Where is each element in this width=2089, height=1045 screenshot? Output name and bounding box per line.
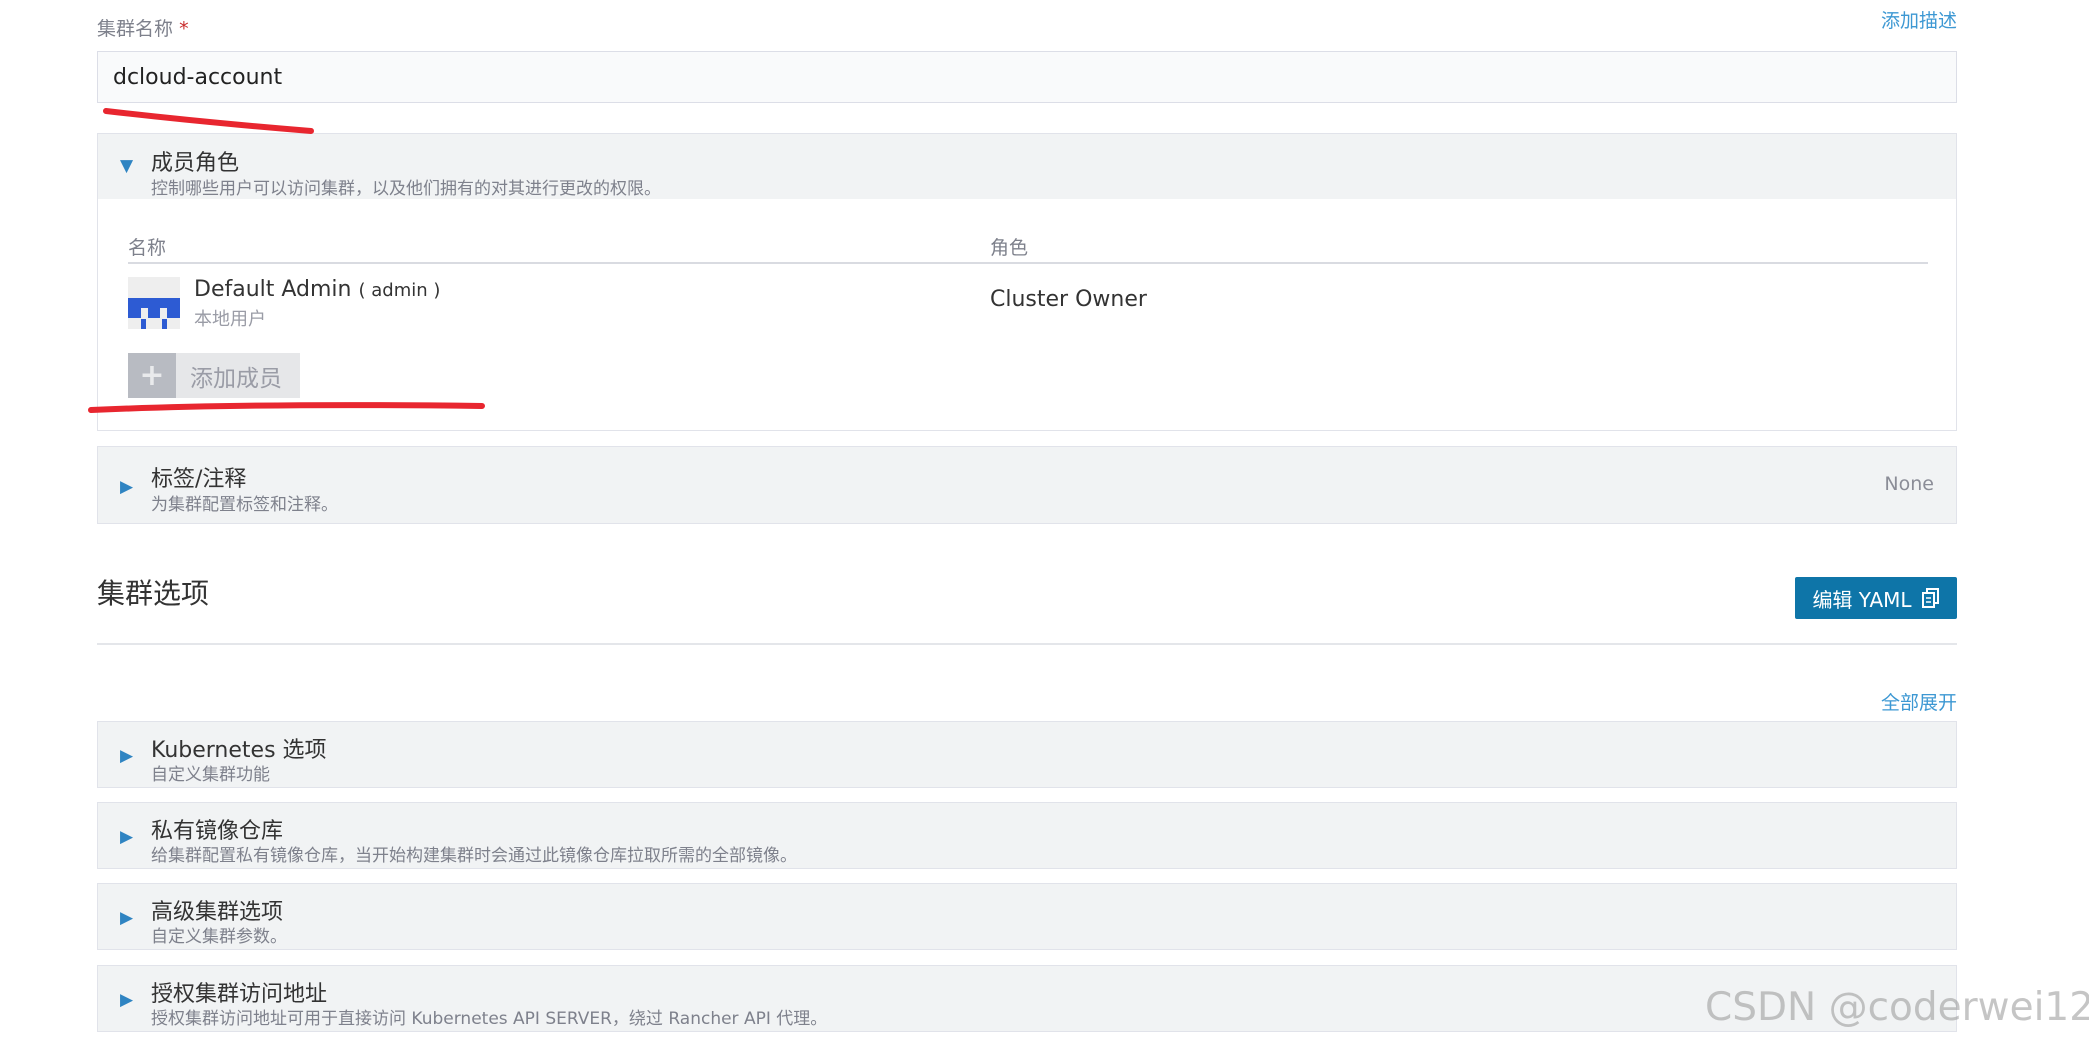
column-header-role: 角色 <box>990 237 1029 259</box>
member-display-name: Default Admin <box>194 277 352 302</box>
members-description: 控制哪些用户可以访问集群，以及他们拥有的对其进行更改的权限。 <box>151 179 661 199</box>
authorized-endpoint-panel[interactable]: ▶ 授权集群访问地址 授权集群访问地址可用于直接访问 Kubernetes AP… <box>97 965 1957 1032</box>
column-header-name: 名称 <box>128 237 167 259</box>
member-name: Default Admin ( admin ) <box>194 277 440 302</box>
caret-right-icon: ▶ <box>120 746 134 766</box>
member-role: Cluster Owner <box>990 287 1147 312</box>
watermark: CSDN @coderwei123 <box>1705 985 2089 1030</box>
add-member-label: 添加成员 <box>190 365 282 392</box>
labels-description: 为集群配置标签和注释。 <box>151 495 338 515</box>
cluster-options-title: 集群选项 <box>97 577 210 610</box>
kubernetes-options-panel[interactable]: ▶ Kubernetes 选项 自定义集群功能 <box>97 721 1957 788</box>
labels-panel[interactable]: ▶ 标签/注释 为集群配置标签和注释。 None <box>97 446 1957 524</box>
expand-all-link[interactable]: 全部展开 <box>1881 688 1957 715</box>
panel-description: 自定义集群功能 <box>151 765 270 785</box>
section-divider <box>97 643 1957 645</box>
labels-status: None <box>1884 473 1934 495</box>
copy-icon <box>1921 588 1939 608</box>
caret-right-icon: ▶ <box>120 477 134 497</box>
cluster-name-input[interactable] <box>97 51 1957 103</box>
table-header-divider <box>128 262 1928 264</box>
labels-title: 标签/注释 <box>151 467 247 492</box>
edit-yaml-label: 编辑 YAML <box>1812 587 1912 612</box>
add-description-link[interactable]: 添加描述 <box>1881 6 1957 33</box>
add-member-button[interactable]: + 添加成员 <box>128 353 300 398</box>
cluster-name-label-text: 集群名称 <box>97 18 174 40</box>
caret-right-icon: ▶ <box>120 827 134 847</box>
avatar <box>128 277 180 329</box>
required-mark: * <box>179 18 189 40</box>
advanced-options-panel[interactable]: ▶ 高级集群选项 自定义集群参数。 <box>97 883 1957 950</box>
member-username: ( admin ) <box>358 280 441 301</box>
cluster-name-label: 集群名称 * <box>97 14 189 41</box>
plus-icon: + <box>128 353 176 398</box>
annotation-underline-name <box>103 108 314 134</box>
edit-yaml-button[interactable]: 编辑 YAML <box>1795 577 1957 619</box>
caret-right-icon: ▶ <box>120 990 134 1010</box>
caret-down-icon: ▼ <box>120 156 134 176</box>
panel-description: 授权集群访问地址可用于直接访问 Kubernetes API SERVER，绕过… <box>151 1009 828 1029</box>
members-panel-header[interactable]: ▼ 成员角色 控制哪些用户可以访问集群，以及他们拥有的对其进行更改的权限。 <box>97 133 1957 200</box>
panel-description: 给集群配置私有镜像仓库，当开始构建集群时会通过此镜像仓库拉取所需的全部镜像。 <box>151 846 797 866</box>
caret-right-icon: ▶ <box>120 908 134 928</box>
members-title: 成员角色 <box>151 151 240 176</box>
panel-description: 自定义集群参数。 <box>151 927 287 947</box>
member-type: 本地用户 <box>194 309 266 330</box>
private-registry-panel[interactable]: ▶ 私有镜像仓库 给集群配置私有镜像仓库，当开始构建集群时会通过此镜像仓库拉取所… <box>97 802 1957 869</box>
